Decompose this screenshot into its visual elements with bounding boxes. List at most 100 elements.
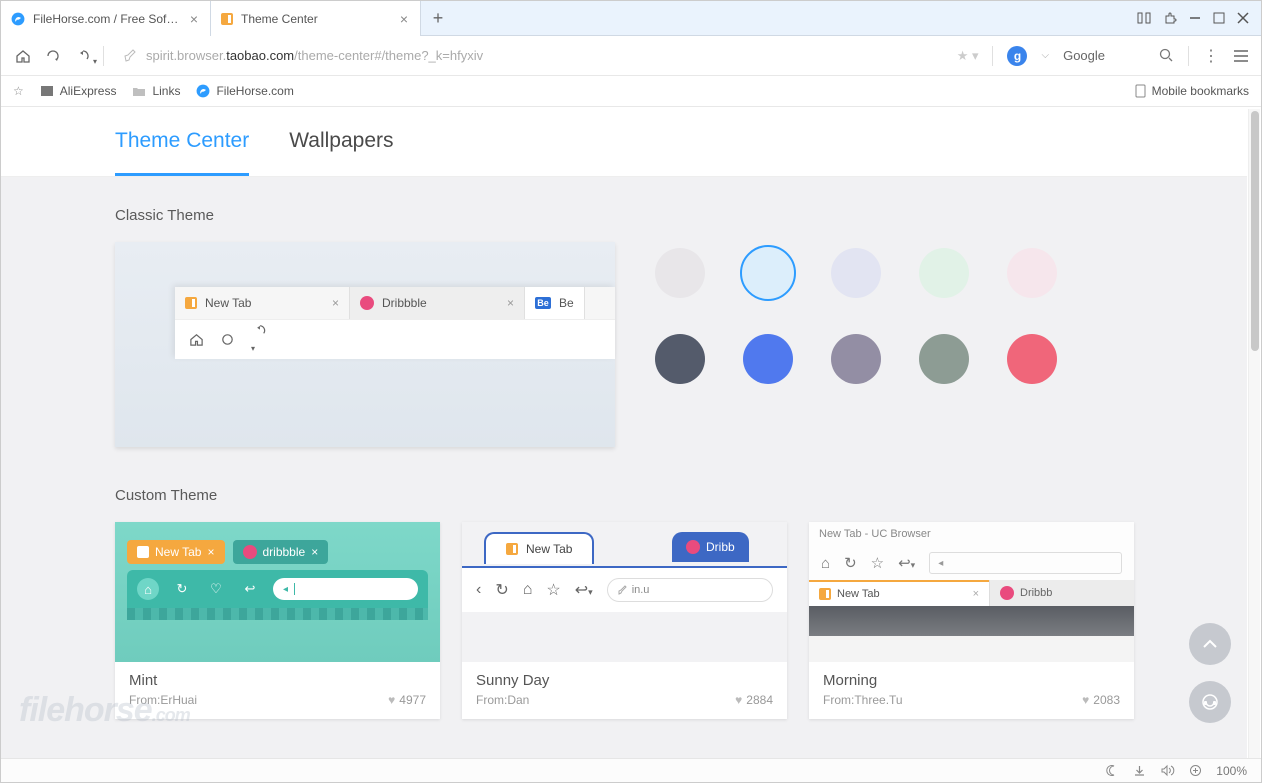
heart-icon: ♥	[388, 693, 395, 707]
color-swatch-8[interactable]	[919, 334, 969, 384]
maximize-icon[interactable]	[1213, 12, 1225, 24]
close-icon: ×	[973, 588, 979, 600]
night-mode-icon[interactable]	[1106, 764, 1119, 777]
undo-icon: ↩▾	[898, 554, 915, 572]
search-engine-label: Google	[1063, 48, 1105, 63]
url-field: ◂	[273, 578, 418, 600]
support-button[interactable]	[1189, 681, 1231, 723]
morning-window-title: New Tab - UC Browser	[809, 522, 1134, 546]
bookmark-links[interactable]: Links	[132, 84, 180, 98]
theme-card-mint[interactable]: New Tab× dribbble× ⌂ ↻ ♡ ↩ ◂	[115, 522, 440, 719]
tab-theme-center[interactable]: Theme Center	[115, 129, 249, 176]
minimize-icon[interactable]	[1189, 12, 1201, 24]
bookmarks-bar: ☆ AliExpress Links FileHorse.com Mobile …	[1, 76, 1261, 107]
sunny-tab-2: Dribb	[672, 532, 749, 562]
reload-icon: ↻	[171, 578, 193, 600]
theme-likes: 4977	[399, 693, 426, 707]
mobile-bookmarks[interactable]: Mobile bookmarks	[1135, 84, 1249, 98]
page-icon	[40, 85, 54, 97]
download-icon[interactable]	[1133, 764, 1146, 777]
theme-author: Dan	[507, 693, 529, 707]
reload-icon: ↻	[844, 554, 857, 572]
kebab-menu-icon[interactable]: ⋮	[1203, 46, 1219, 66]
extensions-icon[interactable]	[1163, 11, 1177, 25]
bookmark-aliexpress[interactable]: AliExpress	[40, 84, 117, 98]
reload-icon: ↻	[495, 580, 508, 600]
folder-icon	[132, 85, 146, 97]
preview-tab-behance: Be Be	[525, 287, 585, 319]
tab-1-close-icon[interactable]: ×	[188, 11, 200, 27]
tab-2-close-icon[interactable]: ×	[398, 11, 410, 27]
browser-tab-1[interactable]: FileHorse.com / Free Software ×	[1, 1, 211, 36]
dribbble-icon	[360, 296, 374, 310]
home-icon[interactable]	[13, 46, 33, 66]
sunny-tab-1: New Tab	[484, 532, 594, 564]
volume-icon[interactable]	[1160, 764, 1175, 777]
hamburger-menu-icon[interactable]	[1233, 49, 1249, 63]
home-icon	[189, 332, 204, 347]
uc-icon	[137, 546, 149, 558]
color-swatch-1[interactable]	[740, 245, 796, 301]
zoom-icon[interactable]	[1189, 764, 1202, 777]
back-icon: ‹	[476, 581, 481, 599]
scrollbar-thumb[interactable]	[1251, 111, 1259, 351]
zoom-level: 100%	[1216, 764, 1247, 778]
back-icon: ▾	[251, 323, 267, 356]
star-icon: ☆	[546, 580, 560, 600]
undo-icon: ↩▾	[575, 580, 593, 600]
color-swatch-9[interactable]	[1007, 334, 1057, 384]
bookmark-filehorse[interactable]: FileHorse.com	[196, 84, 293, 98]
theme-card-morning[interactable]: New Tab - UC Browser ⌂ ↻ ☆ ↩▾ ◂ New Tab×…	[809, 522, 1134, 719]
close-icon: ×	[311, 545, 318, 559]
url-field: in.u	[607, 578, 773, 602]
theme-card-sunny[interactable]: New Tab Dribb ‹ ↻ ⌂ ☆ ↩▾ in.u	[462, 522, 787, 719]
search-engine-icon[interactable]: g	[1007, 46, 1027, 66]
home-icon: ⌂	[821, 555, 830, 572]
color-swatch-6[interactable]	[743, 334, 793, 384]
uc-icon	[185, 297, 197, 309]
home-icon: ⌂	[137, 578, 159, 600]
color-swatch-7[interactable]	[831, 334, 881, 384]
heart-icon: ♥	[735, 693, 742, 707]
color-swatch-0[interactable]	[655, 248, 705, 298]
tab-wallpapers[interactable]: Wallpapers	[289, 129, 393, 176]
color-swatch-3[interactable]	[919, 248, 969, 298]
heart-icon: ♥	[1082, 693, 1089, 707]
theme-likes: 2884	[746, 693, 773, 707]
theme-likes: 2083	[1093, 693, 1120, 707]
classic-theme-preview[interactable]: New Tab × Dribbble × Be	[115, 242, 615, 447]
filehorse-icon	[196, 84, 210, 98]
theme-author: Three.Tu	[854, 693, 902, 707]
sidebar-toggle-icon[interactable]	[1137, 11, 1151, 25]
url-field: ◂	[929, 552, 1122, 574]
color-swatch-2[interactable]	[831, 248, 881, 298]
star-icon: ☆	[871, 554, 884, 572]
dribbble-icon	[243, 545, 257, 559]
back-icon: ↩	[239, 578, 261, 600]
color-swatch-4[interactable]	[1007, 248, 1057, 298]
scroll-top-button[interactable]	[1189, 623, 1231, 665]
tab-1-label: FileHorse.com / Free Software	[33, 12, 180, 26]
tab-2-label: Theme Center	[241, 12, 390, 26]
url-host: taobao.com	[226, 48, 294, 63]
reload-icon[interactable]	[43, 46, 63, 66]
close-icon: ×	[507, 296, 514, 310]
url-prefix: spirit.browser.	[146, 48, 226, 63]
color-swatches	[655, 242, 1067, 384]
url-input[interactable]: spirit.browser. taobao.com /theme-center…	[114, 42, 947, 70]
bookmark-star-icon[interactable]: ★ ▾	[957, 48, 979, 64]
color-swatch-5[interactable]	[655, 334, 705, 384]
browser-tab-2[interactable]: Theme Center ×	[211, 1, 421, 36]
close-icon[interactable]	[1237, 12, 1249, 24]
status-bar: 100%	[1, 758, 1261, 782]
search-icon[interactable]	[1159, 48, 1174, 63]
back-icon[interactable]: ▾	[73, 46, 93, 66]
bookmark-star-outline-icon[interactable]: ☆	[13, 84, 24, 98]
mint-tab-2: dribbble×	[233, 540, 329, 564]
rocket-icon	[618, 585, 628, 595]
scrollbar[interactable]	[1248, 109, 1260, 758]
new-tab-button[interactable]: +	[421, 1, 455, 35]
search-engine-dropdown-icon[interactable]: ⌵	[1041, 50, 1049, 61]
page-content: Theme Center Wallpapers Classic Theme Ne…	[1, 107, 1247, 758]
reload-icon	[220, 332, 235, 347]
